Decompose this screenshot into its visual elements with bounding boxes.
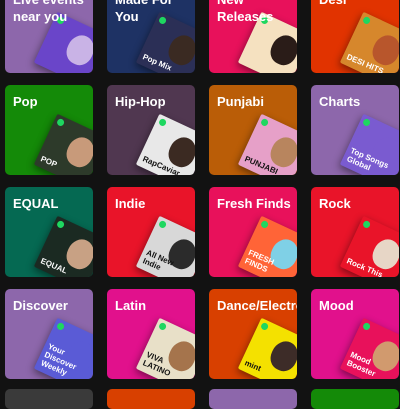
category-title: Charts <box>319 94 361 109</box>
category-tile-mood[interactable]: Mood Mood Booster <box>311 289 399 379</box>
spotify-logo-icon <box>55 117 66 128</box>
category-tile-live-events[interactable]: Live events near you <box>5 0 93 73</box>
category-title: Mood <box>319 298 354 313</box>
category-tile-next-tile-1[interactable] <box>5 389 93 409</box>
spotify-logo-icon <box>55 219 66 230</box>
spotify-logo-icon <box>157 219 168 230</box>
spotify-logo-icon <box>259 321 270 332</box>
playlist-cover-image: RapCaviar <box>135 113 195 175</box>
category-title: Rock <box>319 196 351 211</box>
category-title: Pop <box>13 94 38 109</box>
category-tile-rock[interactable]: Rock Rock This <box>311 187 399 277</box>
spotify-logo-icon <box>157 321 168 332</box>
category-title: Hip-Hop <box>115 94 166 109</box>
cover-artist-photo <box>62 30 93 70</box>
browse-categories-grid: Live events near you Made For YouPop Mix N… <box>5 0 399 379</box>
playlist-cover-image: mint <box>237 317 297 379</box>
playlist-cover-image: DESI HITS <box>339 11 399 73</box>
category-title: Discover <box>13 298 68 313</box>
category-tile-desi[interactable]: Desi DESI HITS <box>311 0 399 73</box>
spotify-logo-icon <box>259 117 270 128</box>
category-tile-next-tile-3[interactable] <box>209 389 297 409</box>
spotify-logo-icon <box>361 321 372 332</box>
playlist-cover-image: Top Songs Global <box>339 113 399 175</box>
category-title: Live events near you <box>13 0 84 24</box>
category-title: Latin <box>115 298 147 313</box>
category-tile-charts[interactable]: Charts Top Songs Global <box>311 85 399 175</box>
category-tile-made-for-you[interactable]: Made For YouPop Mix <box>107 0 195 73</box>
playlist-cover-image: Mood Booster <box>339 317 399 379</box>
category-tile-discover[interactable]: Discover Your Discover Weekly <box>5 289 93 379</box>
category-title: Fresh Finds <box>217 196 291 211</box>
category-tile-next-tile-4[interactable] <box>311 389 399 409</box>
category-title: Indie <box>115 196 146 211</box>
category-tile-punjabi[interactable]: Punjabi PUNJABI <box>209 85 297 175</box>
partial-next-row <box>5 389 399 409</box>
spotify-logo-icon <box>361 219 372 230</box>
spotify-logo-icon <box>157 117 168 128</box>
playlist-cover-image: All New Indie <box>135 215 195 277</box>
category-tile-indie[interactable]: Indie All New Indie <box>107 187 195 277</box>
playlist-cover-image: EQUAL <box>33 215 93 277</box>
category-title: EQUAL <box>13 196 59 211</box>
category-tile-latin[interactable]: Latin VIVA LATINO <box>107 289 195 379</box>
category-tile-hip-hop[interactable]: Hip-Hop RapCaviar <box>107 85 195 175</box>
category-title: Desi <box>319 0 393 8</box>
category-tile-equal[interactable]: EQUAL EQUAL <box>5 187 93 277</box>
category-tile-fresh-finds[interactable]: Fresh Finds FRESH FINDS <box>209 187 297 277</box>
playlist-cover-image: POP <box>33 113 93 175</box>
category-title: Dance/Electronic <box>217 298 297 313</box>
spotify-logo-icon <box>259 219 270 230</box>
playlist-cover-image: PUNJABI <box>237 113 297 175</box>
playlist-cover-image: FRESH FINDS <box>237 215 297 277</box>
spotify-logo-icon <box>361 117 372 128</box>
category-tile-new-releases[interactable]: New Releases <box>209 0 297 73</box>
category-tile-pop[interactable]: Pop POP <box>5 85 93 175</box>
playlist-cover-image: Your Discover Weekly <box>33 317 93 379</box>
spotify-logo-icon <box>361 15 372 26</box>
category-tile-next-tile-2[interactable] <box>107 389 195 409</box>
category-title: Punjabi <box>217 94 264 109</box>
playlist-cover-image: Rock This <box>339 215 399 277</box>
category-title: Made For You <box>115 0 173 24</box>
category-tile-dance-electronic[interactable]: Dance/Electronic mint <box>209 289 297 379</box>
spotify-logo-icon <box>55 321 66 332</box>
playlist-cover-image: VIVA LATINO <box>135 317 195 379</box>
category-title: New Releases <box>217 0 274 24</box>
cover-artist-photo <box>266 30 297 70</box>
